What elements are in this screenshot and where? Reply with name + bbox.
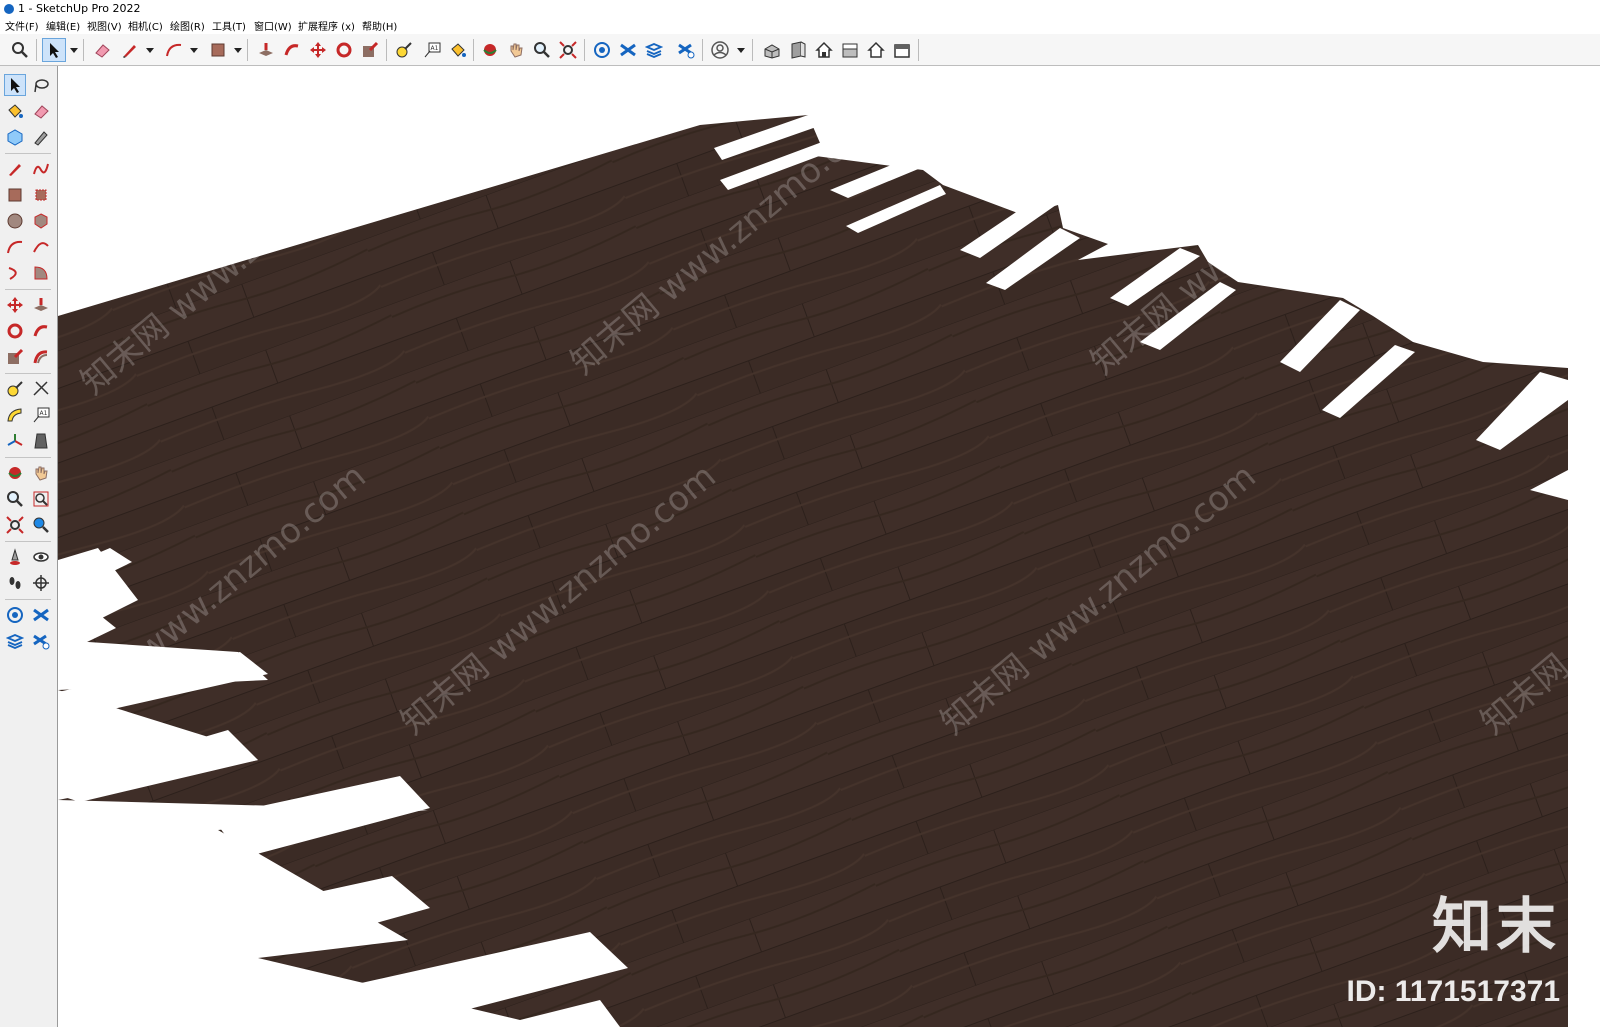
select-icon[interactable] [4, 74, 26, 96]
freehand-icon[interactable] [30, 158, 52, 180]
svg-text:A1: A1 [431, 45, 439, 52]
menu-file[interactable]: 文件(F) [5, 18, 39, 33]
pencil-icon[interactable] [118, 38, 142, 62]
text-icon[interactable]: A1 [420, 38, 444, 62]
rectangle-icon[interactable] [206, 38, 230, 62]
top-view-icon[interactable] [838, 38, 862, 62]
tag-tool-icon[interactable] [30, 126, 52, 148]
two-point-arc-icon[interactable] [30, 236, 52, 258]
eraser-icon[interactable] [30, 100, 52, 122]
arc-dropdown-icon[interactable] [190, 46, 198, 54]
push-pull-icon[interactable] [30, 294, 52, 316]
component-icon[interactable] [4, 126, 26, 148]
menu-window[interactable]: 窗口(W) [254, 18, 292, 33]
model-info-icon[interactable] [4, 604, 26, 626]
scale-icon[interactable] [4, 346, 26, 368]
section-plane-icon[interactable] [30, 430, 52, 452]
layers-icon[interactable] [4, 630, 26, 652]
paint-bucket-icon[interactable] [4, 100, 26, 122]
orbit-icon[interactable] [4, 462, 26, 484]
previous-view-icon[interactable] [30, 514, 52, 536]
select-icon[interactable] [42, 38, 66, 62]
move-icon[interactable] [306, 38, 330, 62]
follow-me-icon[interactable] [30, 320, 52, 342]
large-tool-set: A1 [0, 66, 58, 1027]
menu-edit[interactable]: 编辑(E) [46, 18, 80, 33]
orbit-icon[interactable] [478, 38, 502, 62]
axes-icon[interactable] [4, 430, 26, 452]
dimension-icon[interactable] [30, 378, 52, 400]
modeling-viewport[interactable]: 知末网 www.znzmo.com 知末网 www.znzmo.com 知末网 … [58, 66, 1600, 1027]
model-id-label: ID: 1171517371 [1346, 975, 1560, 1008]
window-title: 1 - SketchUp Pro 2022 [18, 2, 141, 15]
outliner-icon[interactable] [30, 630, 52, 652]
back-view-icon[interactable] [864, 38, 888, 62]
menu-extensions[interactable]: 扩展程序 (x) [298, 18, 355, 33]
zoom-extents-icon[interactable] [4, 514, 26, 536]
rectangle-icon[interactable] [4, 184, 26, 206]
lasso-icon[interactable] [30, 74, 52, 96]
home-icon[interactable] [812, 38, 836, 62]
tags-icon[interactable] [30, 604, 52, 626]
line-icon[interactable] [4, 158, 26, 180]
title-bar: 1 - SketchUp Pro 2022 [0, 0, 1600, 17]
position-camera-icon[interactable] [4, 546, 26, 568]
zoom-icon[interactable] [530, 38, 554, 62]
menu-tools[interactable]: 工具(T) [212, 18, 246, 33]
paint-bucket-icon[interactable] [446, 38, 470, 62]
menu-view[interactable]: 视图(V) [87, 18, 122, 33]
follow-me-icon[interactable] [280, 38, 304, 62]
arc-icon[interactable] [4, 236, 26, 258]
tape-measure-icon[interactable] [4, 378, 26, 400]
text-icon[interactable]: A1 [30, 404, 52, 426]
look-around-icon[interactable] [30, 546, 52, 568]
scale-icon[interactable] [358, 38, 382, 62]
pan-icon[interactable] [504, 38, 528, 62]
zoom-extents-icon[interactable] [556, 38, 580, 62]
zoom-icon[interactable] [4, 488, 26, 510]
menu-help[interactable]: 帮助(H) [362, 18, 397, 33]
account-icon[interactable] [708, 38, 732, 62]
pencil-dropdown-icon[interactable] [146, 46, 154, 54]
pan-icon[interactable] [30, 462, 52, 484]
select-dropdown-icon[interactable] [70, 46, 78, 54]
rotated-rectangle-icon[interactable] [30, 184, 52, 206]
account-dropdown-icon[interactable] [737, 46, 745, 54]
zoom-window-icon[interactable] [30, 488, 52, 510]
rotate-icon[interactable] [332, 38, 356, 62]
sketchup-app-icon [4, 4, 14, 14]
rotate-icon[interactable] [4, 320, 26, 342]
protractor-icon[interactable] [4, 404, 26, 426]
outliner-icon[interactable] [674, 38, 698, 62]
pie-icon[interactable] [30, 262, 52, 284]
layers-icon[interactable] [642, 38, 666, 62]
menu-draw[interactable]: 绘图(R) [170, 18, 205, 33]
walk-icon[interactable] [4, 572, 26, 594]
crosshair-icon[interactable] [30, 572, 52, 594]
offset-icon[interactable] [30, 346, 52, 368]
brand-watermark: 知末 [1432, 892, 1560, 962]
iso-view-icon[interactable] [760, 38, 784, 62]
tags-icon[interactable] [616, 38, 640, 62]
move-icon[interactable] [4, 294, 26, 316]
three-point-arc-icon[interactable] [4, 262, 26, 284]
side-view-icon[interactable] [890, 38, 914, 62]
tape-measure-icon[interactable] [392, 38, 416, 62]
arc-icon[interactable] [162, 38, 186, 62]
menu-camera[interactable]: 相机(C) [128, 18, 163, 33]
main-toolbar: A1 [0, 34, 1600, 66]
model-info-icon[interactable] [590, 38, 614, 62]
floor-body [58, 115, 1568, 1027]
polygon-icon[interactable] [30, 210, 52, 232]
front-view-icon[interactable] [786, 38, 810, 62]
menu-bar: 文件(F) 编辑(E) 视图(V) 相机(C) 绘图(R) 工具(T) 窗口(W… [0, 17, 1600, 34]
eraser-icon[interactable] [90, 38, 114, 62]
circle-icon[interactable] [4, 210, 26, 232]
rectangle-dropdown-icon[interactable] [234, 46, 242, 54]
push-pull-icon[interactable] [254, 38, 278, 62]
svg-text:A1: A1 [40, 410, 48, 417]
zoom-icon[interactable] [8, 38, 32, 62]
